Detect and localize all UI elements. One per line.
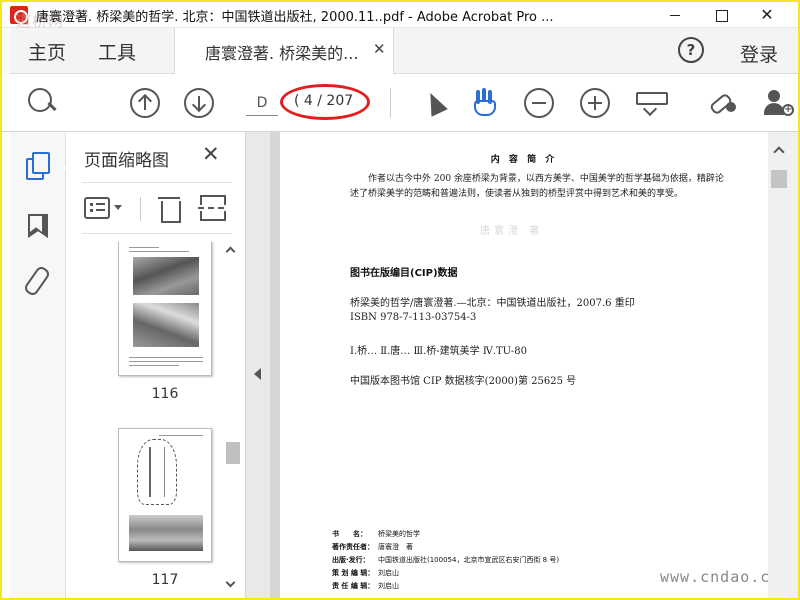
sketch-illustration bbox=[149, 447, 165, 497]
close-tab-button[interactable]: ✕ bbox=[373, 40, 386, 58]
bridge-photo bbox=[129, 515, 203, 551]
zoom-in-icon[interactable] bbox=[580, 88, 610, 118]
bridge-photo bbox=[133, 303, 199, 347]
scrollbar-thumb[interactable] bbox=[226, 442, 240, 464]
minimize-button[interactable] bbox=[652, 2, 698, 28]
panel-splitter[interactable] bbox=[246, 132, 270, 598]
delete-page-icon[interactable] bbox=[158, 195, 181, 223]
navigation-rail bbox=[10, 132, 72, 598]
credit-row: 书 名： 桥梁美的哲学 bbox=[332, 530, 420, 538]
tab-document[interactable]: 唐寰澄著. 桥梁美的... ✕ bbox=[174, 28, 394, 74]
credit-row: 责 任 编 辑： 刘启山 bbox=[332, 582, 399, 590]
credit-row: 出版·发行： 中国铁道出版社(100054，北京市宣武区右安门西街 8 号) bbox=[332, 556, 560, 564]
thumbnail-page-116[interactable] bbox=[118, 242, 212, 376]
credit-row: 策 划 编 辑： 刘启山 bbox=[332, 569, 399, 577]
cip-line: 桥梁美的哲学/唐寰澄著.—北京：中国铁道出版社，2007.6 重印 bbox=[350, 298, 635, 309]
zoom-lens-icon[interactable] bbox=[28, 88, 58, 118]
red-highlight-circle bbox=[280, 84, 370, 120]
main-toolbar: D ( 4 / 207 + bbox=[2, 74, 798, 132]
window-title-bar: 道桥网 唐寰澄著. 桥梁美的哲学. 北京：中国铁道出版社, 2000.11..p… bbox=[2, 2, 798, 30]
window-title: 唐寰澄著. 桥梁美的哲学. 北京：中国铁道出版社, 2000.11..pdf -… bbox=[36, 10, 554, 25]
login-button[interactable]: 登录 bbox=[740, 40, 778, 67]
chevron-down-icon[interactable] bbox=[114, 205, 122, 210]
bridge-photo bbox=[133, 257, 199, 295]
toolbar-divider bbox=[390, 88, 391, 118]
thumbnail-page-number: 117 bbox=[151, 572, 179, 588]
split-page-icon[interactable] bbox=[198, 195, 226, 221]
help-button[interactable]: ? bbox=[678, 37, 704, 63]
faded-text: 唐寰澄 著 bbox=[480, 226, 544, 237]
thumbnail-list[interactable]: 116 117 bbox=[82, 242, 222, 598]
thumbnail-page-117[interactable] bbox=[118, 428, 212, 562]
thumbnail-page-number: 116 bbox=[151, 386, 179, 402]
close-window-button[interactable]: ✕ bbox=[744, 2, 790, 28]
thumbnails-toolbar bbox=[82, 182, 232, 234]
tab-tools[interactable]: 工具 bbox=[98, 38, 136, 65]
thumbnails-scrollbar[interactable] bbox=[224, 242, 240, 598]
page-up-icon[interactable] bbox=[130, 88, 160, 118]
page-down-icon[interactable] bbox=[184, 88, 214, 118]
cip-title: 图书在版编目(CIP)数据 bbox=[350, 268, 458, 279]
page-number-input[interactable]: D bbox=[246, 90, 278, 116]
scrollbar-thumb[interactable] bbox=[771, 170, 787, 188]
cip-number-line: 中国版本图书馆 CIP 数据核字(2000)第 25625 号 bbox=[350, 376, 577, 387]
page-thumbnails-icon[interactable] bbox=[24, 152, 50, 180]
tab-home[interactable]: 主页 bbox=[28, 38, 66, 65]
toolbar-divider bbox=[140, 197, 141, 221]
credit-row: 著作责任者： 唐寰澄 著 bbox=[332, 543, 413, 551]
panel-title: 页面缩略图 bbox=[84, 151, 169, 171]
publication-credits: 书 名： 桥梁美的哲学 著作责任者： 唐寰澄 著 出版·发行： 中国铁道出版社(100… bbox=[332, 528, 632, 593]
attachment-icon[interactable] bbox=[24, 266, 50, 294]
hand-icon[interactable] bbox=[470, 88, 500, 118]
document-scrollbar[interactable] bbox=[768, 132, 798, 598]
bookmark-icon[interactable] bbox=[24, 212, 50, 240]
document-view[interactable]: 内 容 简 介 作者以古今中外 200 余座桥梁为背景，以西方美学、中国美学的哲… bbox=[270, 132, 768, 598]
page-heading: 内 容 简 介 bbox=[490, 155, 558, 165]
add-user-icon[interactable]: + bbox=[764, 88, 794, 118]
maximize-button[interactable] bbox=[698, 2, 744, 28]
document-page: 内 容 简 介 作者以古今中外 200 余座桥梁为背景，以西方美学、中国美学的哲… bbox=[280, 132, 768, 598]
scroll-up-icon[interactable] bbox=[225, 246, 236, 257]
classification-line: Ⅰ.桥… Ⅱ.唐… Ⅲ.桥-建筑美学 Ⅳ.TU-80 bbox=[350, 346, 528, 357]
scroll-up-icon[interactable] bbox=[773, 146, 785, 158]
select-pointer-icon[interactable] bbox=[420, 88, 450, 118]
document-tab-label: 唐寰澄著. 桥梁美的... bbox=[205, 44, 359, 63]
share-link-icon[interactable] bbox=[708, 88, 738, 118]
page-thumbnails-panel: 页面缩略图 ✕ 116 117 bbox=[66, 132, 246, 598]
collapse-panel-icon[interactable] bbox=[254, 368, 261, 380]
scroll-down-icon[interactable] bbox=[225, 577, 236, 588]
options-menu-icon[interactable] bbox=[84, 197, 110, 219]
zoom-out-icon[interactable] bbox=[524, 88, 554, 118]
scroll-mode-icon[interactable] bbox=[636, 88, 668, 118]
tab-bar: 主页 工具 唐寰澄著. 桥梁美的... ✕ ? 登录 bbox=[2, 28, 798, 74]
close-panel-button[interactable]: ✕ bbox=[202, 142, 220, 166]
isbn-line: ISBN 978-7-113-03754-3 bbox=[350, 312, 477, 323]
site-watermark: www.cndao.com bbox=[660, 568, 768, 586]
summary-paragraph: 作者以古今中外 200 余座桥梁为背景，以西方美学、中国美学的哲学基础为依据，精… bbox=[350, 174, 724, 199]
